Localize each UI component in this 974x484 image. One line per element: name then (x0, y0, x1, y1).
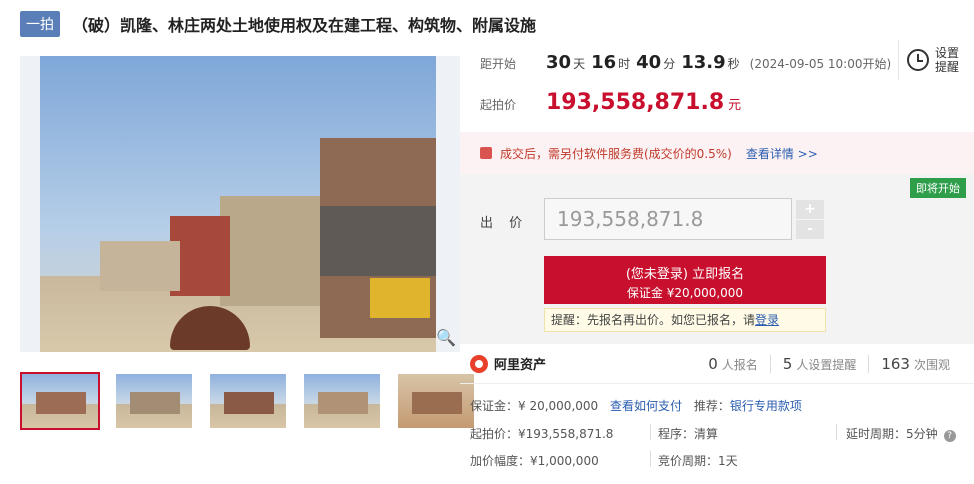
login-tip: 提醒：先报名再出价。如您已报名，请登录 (544, 308, 826, 332)
info-cycle: 竞价周期：1天 (658, 454, 738, 468)
stat-views: 163 次围观 (868, 354, 962, 373)
stat-num: 163 (881, 354, 910, 373)
info-delay: 延时周期：5分钟? (846, 425, 956, 442)
reminder-line2: 提醒 (935, 60, 960, 74)
stat-num: 0 (708, 354, 718, 373)
fee-notice: 成交后，需另付软件服务费(成交价的0.5%) 查看详情 >> (460, 132, 974, 174)
start-price-unit: 元 (728, 98, 742, 113)
stat-reminders: 5 人设置提醒 (769, 354, 869, 373)
signup-deposit-label: 保证金 ¥20,000,000 (626, 286, 744, 300)
page-title: （破）凯隆、林庄两处土地使用权及在建工程、构筑物、附属设施 (72, 16, 537, 35)
thumbnail-3[interactable] (208, 372, 288, 430)
countdown-row: 距开始 30 天 16 时 40 分 13.9 秒 (2024-09-05 10… (480, 52, 891, 73)
decrease-bid-button[interactable]: - (796, 220, 824, 239)
countdown-days: 30 (546, 52, 572, 73)
bag-icon (480, 147, 492, 159)
how-to-pay-link[interactable]: 查看如何支付 (610, 399, 682, 413)
countdown-label: 距开始 (480, 57, 517, 71)
thumbnail-2[interactable] (114, 372, 194, 430)
bank-funds-link[interactable]: 银行专用款项 (730, 399, 802, 413)
machine (370, 278, 430, 318)
minutes-unit: 分 (663, 57, 676, 71)
divider (650, 424, 651, 440)
bid-label: 出 价 (480, 216, 529, 231)
seconds-unit: 秒 (727, 57, 740, 71)
stat-registered: 0 人报名 (696, 355, 770, 373)
bid-input[interactable] (544, 198, 792, 240)
info-increment: 加价幅度：¥1,000,000 (470, 454, 599, 468)
countdown-panel: 距开始 30 天 16 时 40 分 13.9 秒 (2024-09-05 10… (460, 40, 974, 132)
ali-asset-logo-icon (470, 354, 488, 373)
increase-bid-button[interactable]: + (796, 200, 824, 219)
info-start-price: 起拍价：¥193,558,871.8 (470, 427, 614, 441)
brand-stats-row: 阿里资产 0 人报名 5 人设置提醒 163 次围观 (460, 344, 974, 384)
status-badge: 即将开始 (910, 178, 966, 198)
stat-num: 5 (782, 354, 793, 373)
bid-panel: 即将开始 出 价 + - (您未登录) 立即报名 保证金 ¥20,000,000… (460, 174, 974, 344)
recommend-label: 推荐： (693, 399, 730, 413)
main-photo[interactable]: 🔍 (20, 56, 460, 352)
building-1-lower (320, 206, 436, 276)
days-unit: 天 (573, 57, 586, 71)
start-price-row: 起拍价 193,558,871.8 元 (480, 90, 741, 115)
zoom-icon[interactable]: 🔍 (436, 328, 456, 348)
signup-main-label: (您未登录) 立即报名 (625, 267, 745, 282)
stat-label: 次围观 (913, 357, 950, 372)
signup-button[interactable]: (您未登录) 立即报名 保证金 ¥20,000,000 (544, 256, 826, 304)
divider (650, 451, 651, 467)
countdown-minutes: 40 (636, 52, 662, 73)
stats: 0 人报名 5 人设置提醒 163 次围观 (696, 354, 962, 373)
delay-text: 延时周期：5分钟 (846, 427, 938, 441)
countdown-hours: 16 (591, 52, 617, 73)
stat-label: 人报名 (721, 357, 758, 372)
deposit-row: 保证金：¥ 20,000,000 查看如何支付 推荐：银行专用款项 (470, 397, 802, 414)
divider (836, 424, 837, 440)
set-reminder-button[interactable]: 设置 提醒 (898, 40, 974, 80)
fee-details-link[interactable]: 查看详情 >> (746, 145, 818, 162)
fee-text: 成交后，需另付软件服务费(成交价的0.5%) (500, 146, 732, 161)
info-procedure: 程序：清算 (658, 427, 719, 441)
stat-label: 人设置提醒 (796, 357, 857, 372)
login-link[interactable]: 登录 (755, 313, 779, 327)
reminder-line1: 设置 (935, 46, 960, 60)
building-2 (220, 196, 320, 306)
thumbnail-1[interactable] (20, 372, 100, 430)
building-4 (100, 241, 180, 291)
tip-text: 提醒：先报名再出价。如您已报名，请 (551, 313, 756, 327)
thumbnail-strip (20, 372, 476, 430)
reminder-label: 设置 提醒 (935, 46, 959, 74)
round-badge: 一拍 (20, 11, 60, 37)
deposit-text: 保证金：¥ 20,000,000 (470, 399, 599, 413)
alarm-clock-icon (907, 49, 929, 71)
countdown-seconds: 13.9 (681, 52, 726, 73)
start-price-value: 193,558,871.8 (546, 90, 725, 115)
start-time: (2024-09-05 10:00开始) (749, 57, 892, 71)
brand-name: 阿里资产 (494, 358, 547, 373)
hours-unit: 时 (618, 57, 631, 71)
help-icon[interactable]: ? (943, 430, 956, 442)
thumbnail-4[interactable] (302, 372, 382, 430)
start-price-label: 起拍价 (480, 98, 517, 112)
